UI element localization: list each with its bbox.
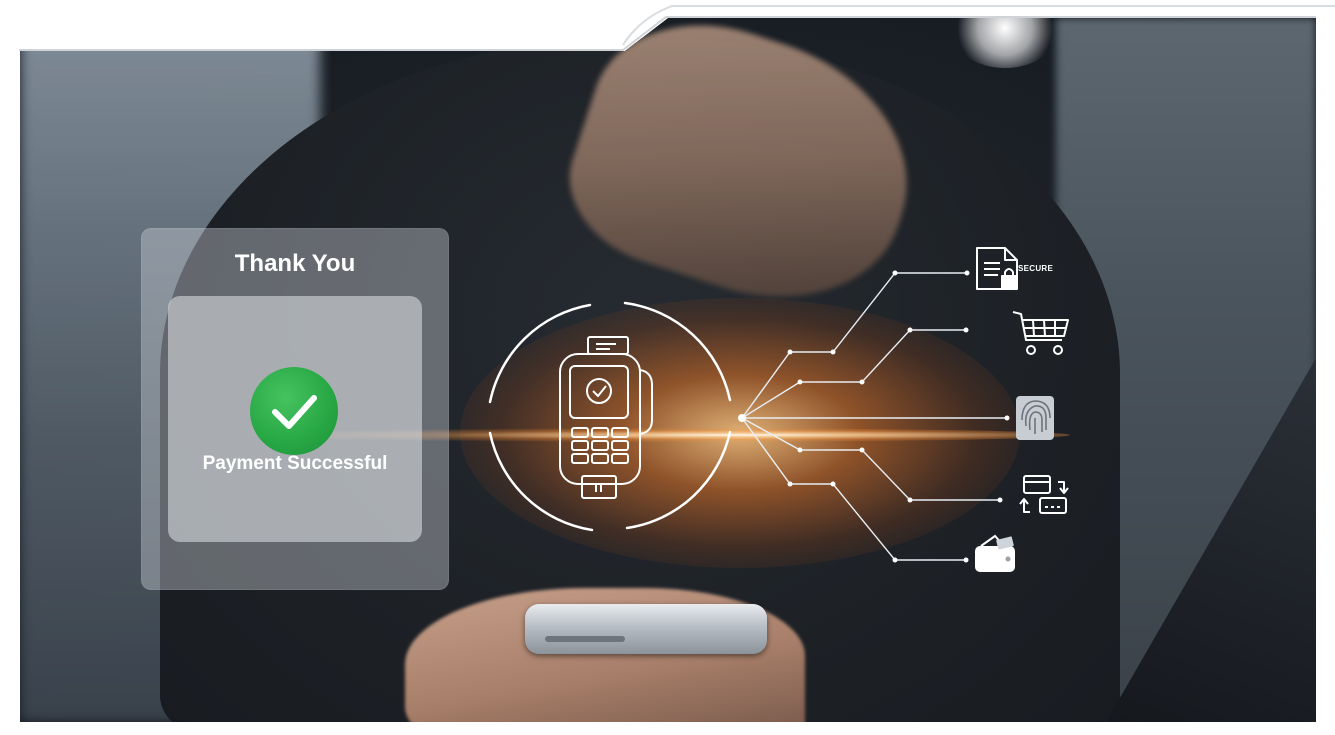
connector-lines [741,272,1007,561]
fingerprint-icon [1016,396,1054,440]
secure-document-icon [976,247,1018,290]
secure-label: SECURE [1018,264,1054,273]
payment-network-graphic [488,247,1069,572]
card-transfer-icon [1019,475,1069,514]
payment-terminal-icon [559,336,653,499]
connector-nodes [738,270,1010,563]
shopping-cart-icon [1012,311,1069,355]
wallet-icon [975,534,1015,572]
